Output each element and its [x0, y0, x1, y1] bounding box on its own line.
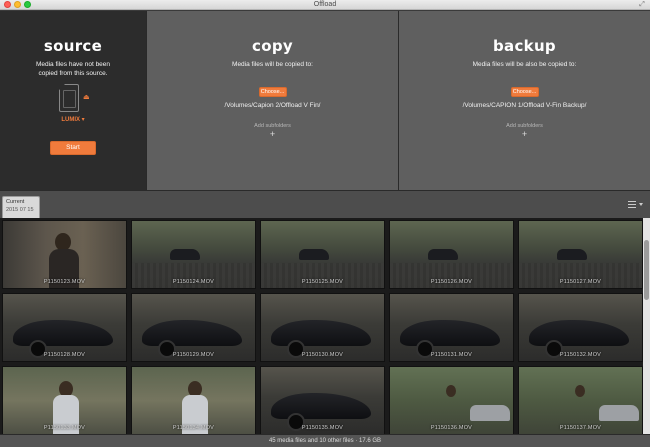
title-bar: Offload ⤢ [0, 0, 650, 10]
source-heading: source [43, 37, 103, 55]
destination-panels: source Media files have not been copied … [0, 11, 650, 190]
thumbnail-image [132, 221, 255, 288]
backup-heading: backup [493, 37, 556, 55]
source-description: Media files have not been copied from th… [35, 61, 111, 77]
thumbnail-filename: P1150133.MOV [43, 425, 86, 431]
thumbnail-image [132, 294, 255, 361]
backup-description: Media files will be also be copied to: [472, 61, 577, 68]
thumbnail[interactable]: P1150124.MOV [131, 220, 256, 289]
source-card[interactable]: ⏏ [53, 84, 93, 114]
copy-choose-button[interactable]: Choose... [258, 87, 287, 97]
grid-scrollbar[interactable] [643, 218, 650, 434]
backup-add-subfolder-plus-icon[interactable]: + [399, 130, 650, 139]
thumbnail-filename: P1150134.MOV [172, 425, 215, 431]
thumbnail-image [519, 294, 642, 361]
thumbnail[interactable]: P1150123.MOV [2, 220, 127, 289]
copy-panel: copy Media files will be copied to: Choo… [147, 11, 398, 190]
fullscreen-icon[interactable]: ⤢ [638, 1, 646, 9]
thumbnail[interactable]: P1150136.MOV [389, 366, 514, 434]
thumbnail[interactable]: P1150130.MOV [260, 293, 385, 362]
list-menu-icon[interactable] [628, 200, 644, 210]
tab-bar: Current 2015 07 15 [0, 190, 650, 218]
thumbnail-image [390, 221, 513, 288]
source-card-selector[interactable]: LUMIX ▾ [0, 116, 146, 123]
thumbnail-image [519, 221, 642, 288]
tab-current[interactable]: Current 2015 07 15 [2, 196, 40, 218]
eject-icon[interactable]: ⏏ [83, 93, 90, 101]
thumbnail[interactable]: P1150135.MOV [260, 366, 385, 434]
thumbnail[interactable]: P1150127.MOV [518, 220, 643, 289]
thumbnail-image [3, 221, 126, 288]
thumbnail-grid: P1150123.MOV P1150124.MOV P1150125.MOV P115… [0, 218, 643, 434]
status-bar: 45 media files and 10 other files · 17.6… [0, 434, 650, 447]
thumbnail-filename: P1150127.MOV [559, 279, 602, 285]
thumbnail[interactable]: P1150129.MOV [131, 293, 256, 362]
thumbnail-filename: P1150137.MOV [559, 425, 602, 431]
copy-description: Media files will be copied to: [232, 61, 313, 68]
thumbnail[interactable]: P1150131.MOV [389, 293, 514, 362]
thumbnail-image [3, 367, 126, 434]
backup-choose-button[interactable]: Choose... [510, 87, 539, 97]
thumbnail-image [390, 367, 513, 434]
thumbnail-filename: P1150131.MOV [430, 352, 473, 358]
thumbnail[interactable]: P1150137.MOV [518, 366, 643, 434]
thumbnail[interactable]: P1150128.MOV [2, 293, 127, 362]
thumbnail-image [3, 294, 126, 361]
window-title: Offload [313, 1, 337, 8]
thumbnail-filename: P1150126.MOV [430, 279, 473, 285]
copy-add-subfolder-plus-icon[interactable]: + [147, 130, 398, 139]
thumbnail-image [261, 367, 384, 434]
thumbnail[interactable]: P1150133.MOV [2, 366, 127, 434]
thumbnail[interactable]: P1150132.MOV [518, 293, 643, 362]
sd-card-icon [59, 84, 79, 112]
thumbnail[interactable]: P1150126.MOV [389, 220, 514, 289]
thumbnail-image [519, 367, 642, 434]
thumbnail-filename: P1150123.MOV [43, 279, 86, 285]
thumbnail[interactable]: P1150134.MOV [131, 366, 256, 434]
copy-heading: copy [252, 37, 293, 55]
thumbnail-image [261, 294, 384, 361]
thumbnail-image [261, 221, 384, 288]
tab-label: Current [6, 199, 25, 205]
thumbnail-filename: P1150135.MOV [301, 425, 344, 431]
thumbnail-filename: P1150128.MOV [43, 352, 86, 358]
backup-path: /Volumes/CAPION 1/Offload V-Fin Backup/ [462, 102, 587, 109]
source-panel: source Media files have not been copied … [0, 11, 146, 190]
thumbnail-filename: P1150129.MOV [172, 352, 215, 358]
thumbnail-filename: P1150132.MOV [559, 352, 602, 358]
thumbnail-filename: P1150130.MOV [301, 352, 344, 358]
backup-panel: backup Media files will be also be copie… [399, 11, 650, 190]
start-button[interactable]: Start [50, 141, 96, 155]
thumbnail-filename: P1150124.MOV [172, 279, 215, 285]
thumbnail-image [132, 367, 255, 434]
thumbnail-filename: P1150136.MOV [430, 425, 473, 431]
tab-date: 2015 07 15 [6, 207, 34, 213]
thumbnail-image [390, 294, 513, 361]
thumbnail-filename: P1150125.MOV [301, 279, 344, 285]
scrollbar-thumb[interactable] [644, 240, 649, 300]
thumbnail[interactable]: P1150125.MOV [260, 220, 385, 289]
copy-path: /Volumes/Capion 2/Offload V Fin/ [224, 102, 321, 109]
